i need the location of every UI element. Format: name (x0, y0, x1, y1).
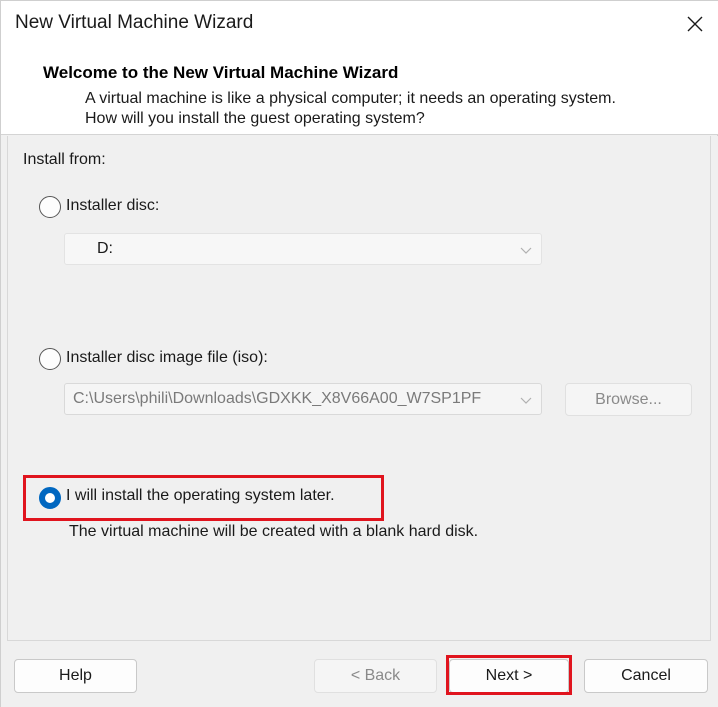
installer-disc-label[interactable]: Installer disc: (66, 197, 159, 215)
help-button[interactable]: Help (14, 659, 137, 693)
title-bar: New Virtual Machine Wizard (1, 1, 718, 47)
install-from-label: Install from: (23, 151, 106, 168)
chevron-down-icon (520, 397, 532, 404)
close-button[interactable] (671, 1, 718, 47)
install-later-note: The virtual machine will be created with… (69, 523, 479, 540)
radio-installer-disc[interactable] (39, 196, 61, 218)
chevron-down-icon (520, 247, 532, 254)
close-icon (687, 16, 703, 32)
install-later-label[interactable]: I will install the operating system late… (66, 487, 335, 505)
wizard-body: Install from: Installer disc: D: Install… (1, 136, 718, 641)
iso-path-dropdown[interactable]: C:\Users\phili\Downloads\GDXKK_X8V66A00_… (64, 383, 542, 415)
installer-disc-value: D: (97, 240, 113, 257)
installer-disc-dropdown[interactable]: D: (64, 233, 542, 265)
header-description: A virtual machine is like a physical com… (85, 90, 616, 127)
cancel-button[interactable]: Cancel (584, 659, 708, 693)
back-button[interactable]: < Back (314, 659, 437, 693)
header-title: Welcome to the New Virtual Machine Wizar… (43, 63, 399, 82)
wizard-footer: Help < Back Next > Cancel (1, 641, 718, 707)
wizard-window: New Virtual Machine Wizard Welcome to th… (0, 0, 718, 707)
radio-iso-file[interactable] (39, 348, 61, 370)
browse-button[interactable]: Browse... (565, 383, 692, 416)
window-title: New Virtual Machine Wizard (15, 12, 254, 33)
next-button[interactable]: Next > (449, 659, 569, 693)
iso-path-value: C:\Users\phili\Downloads\GDXKK_X8V66A00_… (73, 390, 482, 407)
radio-install-later[interactable] (39, 487, 61, 509)
iso-file-label[interactable]: Installer disc image file (iso): (66, 349, 268, 367)
wizard-header: Welcome to the New Virtual Machine Wizar… (1, 47, 718, 135)
